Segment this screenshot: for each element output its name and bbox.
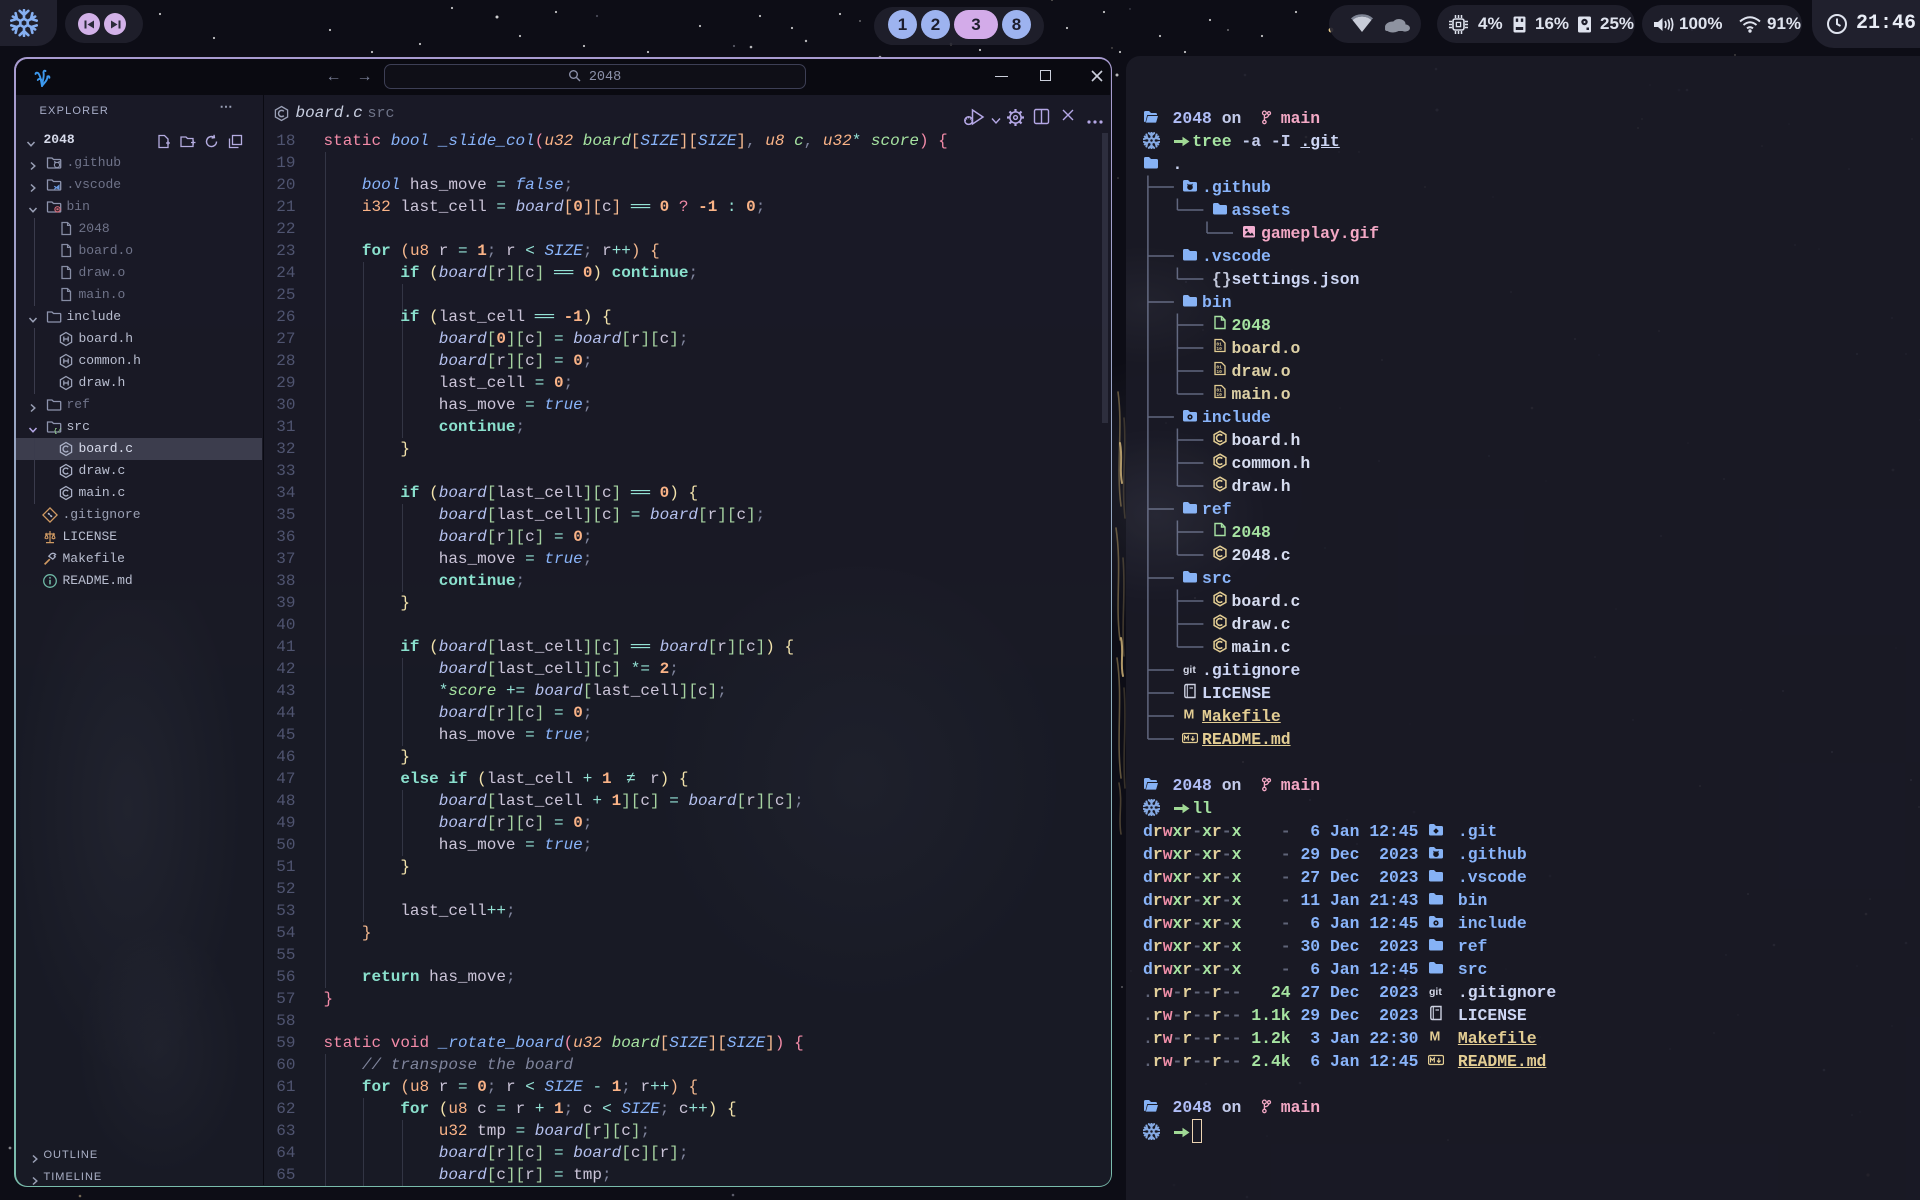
svg-text:M: M <box>1430 1028 1441 1043</box>
svg-text:M: M <box>1184 706 1195 721</box>
svg-text:10: 10 <box>1216 392 1222 398</box>
svg-text:git: git <box>1183 664 1196 676</box>
svg-text:{/}: {/} <box>53 427 61 434</box>
svg-text:git: git <box>1429 986 1442 998</box>
